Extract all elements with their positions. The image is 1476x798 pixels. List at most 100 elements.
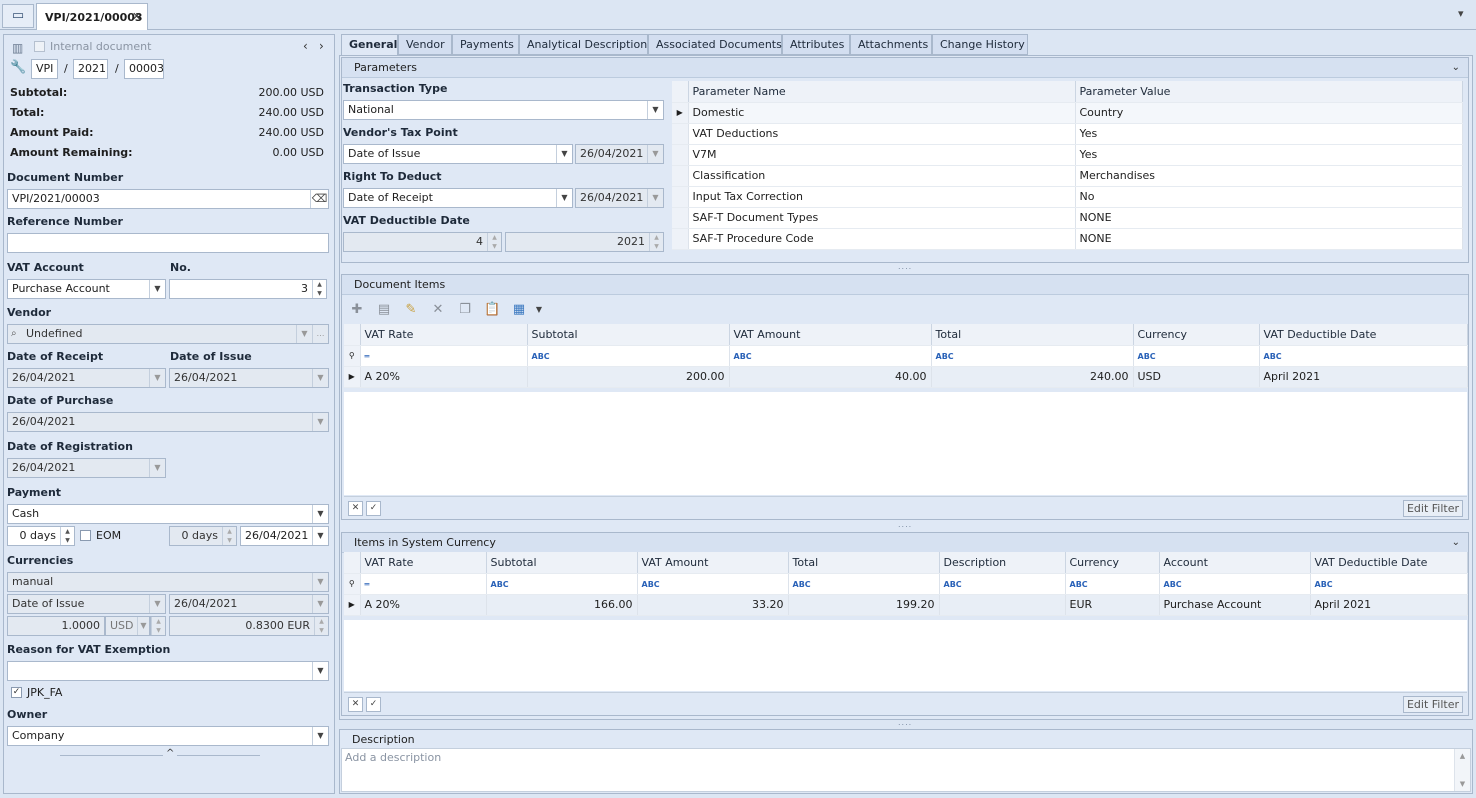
tab-payments[interactable]: Payments — [452, 34, 519, 55]
document-number-field[interactable]: VPI/2021/00003 ⌫ — [7, 189, 329, 209]
rate-amount-field[interactable]: 1.0000 — [7, 616, 105, 636]
filter-cell[interactable]: ABC — [527, 345, 730, 367]
description-textarea[interactable]: Add a description ▲ ▼ — [341, 748, 1471, 792]
internal-document-checkbox[interactable] — [34, 41, 45, 52]
rate-value-field[interactable]: 0.8300 EUR ▲ ▼ — [169, 616, 329, 636]
splitter-grip[interactable]: .... — [898, 262, 912, 271]
vat-amount-cell[interactable]: 33.20 — [637, 594, 789, 616]
date-of-purchase-field[interactable]: 26/04/2021 ▼ — [7, 412, 329, 432]
filter-cell[interactable]: ABC — [1310, 573, 1468, 595]
column-header[interactable]: Account — [1159, 552, 1311, 574]
vat-account-select[interactable]: Purchase Account ▼ — [7, 279, 166, 299]
table-row[interactable]: ▶ Domestic Country — [672, 102, 1463, 124]
currency-date-field[interactable]: 26/04/2021 ▼ — [169, 594, 329, 614]
prev-arrow-icon[interactable]: ‹ — [303, 39, 308, 53]
spin-icon[interactable]: ▲ ▼ — [487, 233, 501, 251]
chevron-down-icon[interactable]: ▼ — [647, 145, 663, 163]
column-header[interactable]: Description — [939, 552, 1066, 574]
currency-date-type-select[interactable]: Date of Issue ▼ — [7, 594, 166, 614]
parameter-name-cell[interactable]: SAF-T Document Types — [688, 207, 1076, 229]
chevron-down-icon[interactable]: ▼ — [149, 280, 165, 298]
account-cell[interactable]: Purchase Account — [1159, 594, 1311, 616]
table-row[interactable]: ▶ A 20% 200.00 40.00 240.00 USD April 20… — [344, 366, 1468, 388]
search-icon[interactable]: ⌕ — [11, 325, 17, 343]
add-icon[interactable]: ✚ — [349, 302, 365, 318]
parameter-value-cell[interactable]: Country — [1075, 102, 1463, 124]
spin-icon[interactable]: ▲ ▼ — [312, 280, 326, 298]
parameter-value-cell[interactable]: Merchandises — [1075, 165, 1463, 187]
chevron-down-icon[interactable]: ▼ — [149, 459, 165, 477]
column-header[interactable]: VAT Rate — [360, 552, 487, 574]
window-menu-icon[interactable]: ▾ — [1458, 7, 1464, 20]
parameter-value-cell[interactable]: Yes — [1075, 144, 1463, 166]
scrollbar[interactable]: ▲ ▼ — [1454, 749, 1470, 791]
parameter-name-cell[interactable]: Input Tax Correction — [688, 186, 1076, 208]
clear-filter-icon[interactable]: ✕ — [348, 697, 363, 712]
tab-attachments[interactable]: Attachments — [850, 34, 932, 55]
filter-cell[interactable]: ABC — [486, 573, 638, 595]
chevron-down-icon[interactable]: ▼ — [556, 145, 572, 163]
chevron-down-icon[interactable]: ▼ — [312, 527, 328, 545]
date-of-registration-field[interactable]: 26/04/2021 ▼ — [7, 458, 166, 478]
chevron-down-icon[interactable]: ▼ — [296, 325, 312, 343]
filter-cell[interactable]: ═ — [360, 345, 528, 367]
tab-vendor[interactable]: Vendor — [398, 34, 452, 55]
system-items-header[interactable]: Items in System Currency ⌄ — [342, 533, 1468, 553]
document-tab[interactable]: VPI/2021/00003 ✕ — [36, 3, 148, 30]
vendors-tax-point-date[interactable]: 26/04/2021 ▼ — [575, 144, 664, 164]
table-row[interactable]: SAF-T Procedure Code NONE — [672, 228, 1463, 250]
vat-deductible-date-cell[interactable]: April 2021 — [1310, 594, 1468, 616]
subtotal-cell[interactable]: 166.00 — [486, 594, 638, 616]
table-row[interactable]: Input Tax Correction No — [672, 186, 1463, 208]
date-of-issue-field[interactable]: 26/04/2021 ▼ — [169, 368, 329, 388]
filter-cell[interactable]: ═ — [360, 573, 487, 595]
filter-cell[interactable]: ABC — [931, 345, 1134, 367]
parameter-value-cell[interactable]: NONE — [1075, 228, 1463, 250]
paste-icon[interactable]: 📋 — [484, 302, 500, 318]
vat-amount-cell[interactable]: 40.00 — [729, 366, 932, 388]
tab-attributes[interactable]: Attributes — [782, 34, 850, 55]
parameter-name-cell[interactable]: V7M — [688, 144, 1076, 166]
no-stepper[interactable]: 3 ▲ ▼ — [169, 279, 327, 299]
delete-icon[interactable]: ✕ — [430, 302, 446, 318]
chevron-down-icon[interactable]: ▼ — [312, 573, 328, 591]
vendors-tax-point-select[interactable]: Date of Issue ▼ — [343, 144, 573, 164]
column-header[interactable]: VAT Deductible Date — [1310, 552, 1468, 574]
edit-icon[interactable]: ✎ — [403, 302, 419, 318]
spin-icon[interactable]: ▲ ▼ — [314, 617, 328, 635]
description-cell[interactable] — [939, 594, 1066, 616]
parameters-header[interactable]: Parameters ⌄ — [342, 58, 1468, 78]
vat-deductible-month-stepper[interactable]: 4 ▲ ▼ — [343, 232, 502, 252]
transaction-type-select[interactable]: National ▼ — [343, 100, 664, 120]
chevron-down-icon[interactable]: ▼ — [312, 595, 328, 613]
filter-cell[interactable]: ABC — [729, 345, 932, 367]
parameter-name-cell[interactable]: SAF-T Procedure Code — [688, 228, 1076, 250]
export-icon[interactable]: ▦ — [511, 302, 527, 318]
column-header[interactable]: Subtotal — [486, 552, 638, 574]
table-row[interactable]: Classification Merchandises — [672, 165, 1463, 187]
vat-rate-cell[interactable]: A 20% — [360, 366, 528, 388]
subtotal-cell[interactable]: 200.00 — [527, 366, 730, 388]
filter-cell[interactable]: ABC — [788, 573, 940, 595]
desktop-icon[interactable]: ▭ — [2, 4, 34, 28]
table-row[interactable]: V7M Yes — [672, 144, 1463, 166]
vat-exemption-select[interactable]: ▼ — [7, 661, 329, 681]
add-from-list-icon[interactable]: ▤ — [376, 302, 392, 318]
rate-currency-select[interactable]: USD ▼ — [105, 616, 150, 636]
owner-select[interactable]: Company ▼ — [7, 726, 329, 746]
filter-cell[interactable]: ABC — [939, 573, 1066, 595]
chevron-down-icon[interactable]: ▼ — [312, 413, 328, 431]
parameter-value-cell[interactable]: NONE — [1075, 207, 1463, 229]
tab-change-history[interactable]: Change History — [932, 34, 1028, 55]
chevron-down-icon[interactable]: ▼ — [149, 369, 165, 387]
tab-general[interactable]: General — [341, 34, 398, 56]
right-to-deduct-date[interactable]: 26/04/2021 ▼ — [575, 188, 664, 208]
spin-icon[interactable]: ▲ ▼ — [649, 233, 663, 251]
tab-analytical-description[interactable]: Analytical Description — [519, 34, 648, 55]
vat-deductible-year-stepper[interactable]: 2021 ▲ ▼ — [505, 232, 664, 252]
date-of-receipt-field[interactable]: 26/04/2021 ▼ — [7, 368, 166, 388]
right-to-deduct-select[interactable]: Date of Receipt ▼ — [343, 188, 573, 208]
days-stepper-2[interactable]: 0 days ▲ ▼ — [169, 526, 237, 546]
tab-associated-documents[interactable]: Associated Documents — [648, 34, 782, 55]
edit-filter-button[interactable]: Edit Filter — [1402, 696, 1463, 713]
